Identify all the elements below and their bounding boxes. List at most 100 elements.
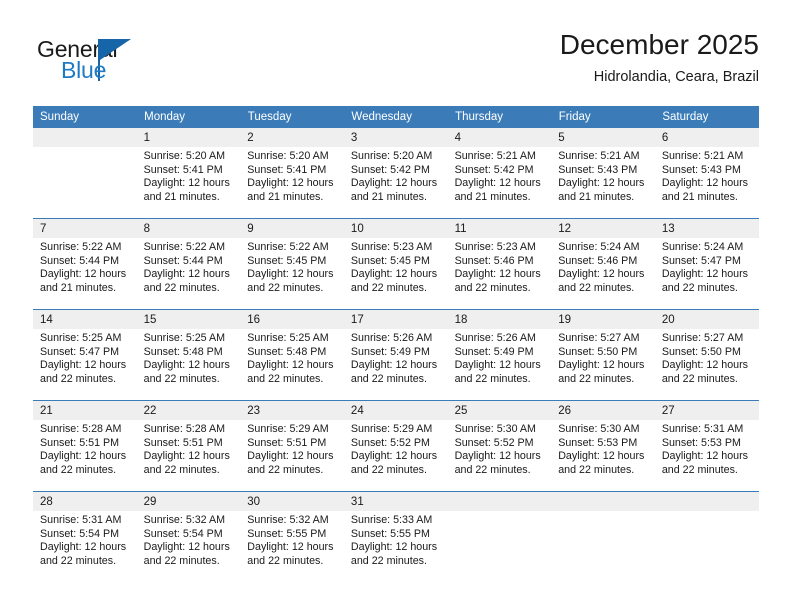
sunrise-text: Sunrise: 5:20 AM [143, 150, 226, 162]
day-cell[interactable]: 8 Sunrise: 5:22 AM Sunset: 5:44 PM Dayli… [136, 218, 241, 310]
general-blue-logo[interactable]: General Blue [37, 36, 207, 92]
sunset-text: Sunset: 5:48 PM [247, 345, 327, 358]
day-cell[interactable]: 24 Sunrise: 5:29 AM Sunset: 5:52 PM Dayl… [343, 400, 448, 492]
day-cell[interactable]: 19 Sunrise: 5:27 AM Sunset: 5:50 PM Dayl… [551, 309, 655, 401]
day-number: 11 [447, 219, 552, 238]
daylight-text-b: and 22 minutes. [40, 463, 117, 476]
day-details: Sunrise: 5:21 AM Sunset: 5:43 PM Dayligh… [551, 147, 655, 204]
day-cell[interactable]: 11 Sunrise: 5:23 AM Sunset: 5:46 PM Dayl… [447, 218, 552, 310]
daylight-text-b: and 22 minutes. [454, 372, 531, 385]
day-number: 9 [240, 219, 344, 238]
daylight-text-a: Daylight: 12 hours [558, 177, 645, 190]
day-cell[interactable]: 27 Sunrise: 5:31 AM Sunset: 5:53 PM Dayl… [654, 400, 759, 492]
daylight-text-a: Daylight: 12 hours [661, 268, 748, 281]
sunrise-text: Sunrise: 5:20 AM [247, 150, 329, 162]
day-details: Sunrise: 5:32 AM Sunset: 5:55 PM Dayligh… [240, 511, 344, 568]
day-cell[interactable]: 25 Sunrise: 5:30 AM Sunset: 5:52 PM Dayl… [447, 400, 552, 492]
day-number: 24 [343, 401, 448, 420]
day-cell[interactable]: 12 Sunrise: 5:24 AM Sunset: 5:46 PM Dayl… [551, 218, 655, 310]
day-number: 10 [343, 219, 448, 238]
day-cell[interactable]: 14 Sunrise: 5:25 AM Sunset: 5:47 PM Dayl… [33, 309, 137, 401]
sunrise-text: Sunrise: 5:25 AM [247, 332, 329, 344]
day-cell[interactable]: 21 Sunrise: 5:28 AM Sunset: 5:51 PM Dayl… [33, 400, 137, 492]
daylight-text-b: and 22 minutes. [558, 463, 635, 476]
daylight-text-b: and 22 minutes. [350, 554, 427, 567]
sunrise-text: Sunrise: 5:23 AM [454, 241, 536, 253]
daylight-text-b: and 22 minutes. [454, 463, 531, 476]
day-cell[interactable] [654, 491, 759, 582]
sunrise-text: Sunrise: 5:22 AM [143, 241, 226, 253]
daylight-text-b: and 21 minutes. [454, 190, 531, 203]
day-number: 3 [343, 128, 448, 147]
day-details: Sunrise: 5:29 AM Sunset: 5:51 PM Dayligh… [240, 420, 344, 477]
day-cell[interactable]: 31 Sunrise: 5:33 AM Sunset: 5:55 PM Dayl… [343, 491, 448, 582]
day-cell[interactable]: 29 Sunrise: 5:32 AM Sunset: 5:54 PM Dayl… [136, 491, 241, 582]
day-cell[interactable]: 10 Sunrise: 5:23 AM Sunset: 5:45 PM Dayl… [343, 218, 448, 310]
daylight-text-a: Daylight: 12 hours [143, 450, 230, 463]
weekday-header-sunday: Sunday [33, 106, 138, 128]
day-number: 6 [654, 128, 759, 147]
daylight-text-a: Daylight: 12 hours [143, 541, 230, 554]
day-cell[interactable]: 17 Sunrise: 5:26 AM Sunset: 5:49 PM Dayl… [343, 309, 448, 401]
daylight-text-a: Daylight: 12 hours [558, 450, 645, 463]
daylight-text-b: and 22 minutes. [454, 281, 531, 294]
daylight-text-b: and 22 minutes. [40, 372, 117, 385]
day-cell[interactable]: 1 Sunrise: 5:20 AM Sunset: 5:41 PM Dayli… [136, 128, 241, 219]
sunrise-text: Sunrise: 5:28 AM [40, 423, 122, 435]
day-cell[interactable]: 13 Sunrise: 5:24 AM Sunset: 5:47 PM Dayl… [654, 218, 759, 310]
day-cell[interactable]: 5 Sunrise: 5:21 AM Sunset: 5:43 PM Dayli… [551, 128, 655, 219]
day-cell[interactable]: 3 Sunrise: 5:20 AM Sunset: 5:42 PM Dayli… [343, 128, 448, 219]
day-details: Sunrise: 5:28 AM Sunset: 5:51 PM Dayligh… [137, 420, 241, 477]
day-cell[interactable]: 23 Sunrise: 5:29 AM Sunset: 5:51 PM Dayl… [240, 400, 344, 492]
day-number: 19 [551, 310, 655, 329]
daylight-text-b: and 21 minutes. [558, 190, 635, 203]
day-cell[interactable] [447, 491, 552, 582]
daylight-text-b: and 22 minutes. [661, 463, 738, 476]
day-cell[interactable]: 15 Sunrise: 5:25 AM Sunset: 5:48 PM Dayl… [136, 309, 241, 401]
sunrise-text: Sunrise: 5:27 AM [558, 332, 640, 344]
day-cell[interactable]: 9 Sunrise: 5:22 AM Sunset: 5:45 PM Dayli… [240, 218, 344, 310]
day-cell[interactable]: 16 Sunrise: 5:25 AM Sunset: 5:48 PM Dayl… [240, 309, 344, 401]
day-cell[interactable]: 4 Sunrise: 5:21 AM Sunset: 5:42 PM Dayli… [447, 128, 552, 219]
day-cell[interactable]: 2 Sunrise: 5:20 AM Sunset: 5:41 PM Dayli… [240, 128, 344, 219]
day-cell[interactable]: 22 Sunrise: 5:28 AM Sunset: 5:51 PM Dayl… [136, 400, 241, 492]
day-cell[interactable]: 30 Sunrise: 5:32 AM Sunset: 5:55 PM Dayl… [240, 491, 344, 582]
calendar-page: General Blue December 2025 Hidrolandia, … [0, 0, 792, 612]
day-cell[interactable] [551, 491, 655, 582]
day-details: Sunrise: 5:23 AM Sunset: 5:45 PM Dayligh… [344, 238, 448, 295]
daylight-text-a: Daylight: 12 hours [350, 541, 438, 554]
sunset-text: Sunset: 5:53 PM [558, 436, 638, 449]
day-cell[interactable]: 28 Sunrise: 5:31 AM Sunset: 5:54 PM Dayl… [33, 491, 137, 582]
day-cell[interactable]: 18 Sunrise: 5:26 AM Sunset: 5:49 PM Dayl… [447, 309, 552, 401]
day-number: 1 [136, 128, 241, 147]
day-number: 21 [33, 401, 137, 420]
calendar-table: Sunday Monday Tuesday Wednesday Thursday… [33, 106, 759, 582]
day-details: Sunrise: 5:26 AM Sunset: 5:49 PM Dayligh… [448, 329, 552, 386]
daylight-text-a: Daylight: 12 hours [454, 359, 541, 372]
sunset-text: Sunset: 5:54 PM [40, 527, 120, 540]
sunrise-text: Sunrise: 5:21 AM [454, 150, 536, 162]
daylight-text-a: Daylight: 12 hours [558, 268, 645, 281]
sunset-text: Sunset: 5:51 PM [247, 436, 327, 449]
day-cell[interactable]: 20 Sunrise: 5:27 AM Sunset: 5:50 PM Dayl… [654, 309, 759, 401]
sunset-text: Sunset: 5:42 PM [350, 163, 430, 176]
calendar-body: 1 Sunrise: 5:20 AM Sunset: 5:41 PM Dayli… [33, 128, 759, 582]
calendar-week-row: 14 Sunrise: 5:25 AM Sunset: 5:47 PM Dayl… [33, 309, 759, 401]
day-cell[interactable]: 7 Sunrise: 5:22 AM Sunset: 5:44 PM Dayli… [33, 218, 137, 310]
day-number: 20 [654, 310, 759, 329]
day-number: 22 [136, 401, 241, 420]
day-details: Sunrise: 5:21 AM Sunset: 5:42 PM Dayligh… [448, 147, 552, 204]
daylight-text-b: and 22 minutes. [247, 372, 324, 385]
sunrise-text: Sunrise: 5:26 AM [350, 332, 433, 344]
day-details: Sunrise: 5:29 AM Sunset: 5:52 PM Dayligh… [344, 420, 448, 477]
sunset-text: Sunset: 5:53 PM [661, 436, 741, 449]
sunset-text: Sunset: 5:46 PM [454, 254, 534, 267]
day-cell[interactable]: 6 Sunrise: 5:21 AM Sunset: 5:43 PM Dayli… [654, 128, 759, 219]
logo-word-blue: Blue [61, 57, 107, 83]
calendar-week-row: 21 Sunrise: 5:28 AM Sunset: 5:51 PM Dayl… [33, 400, 759, 492]
sunrise-text: Sunrise: 5:25 AM [40, 332, 122, 344]
day-cell[interactable] [33, 128, 137, 219]
day-cell[interactable]: 26 Sunrise: 5:30 AM Sunset: 5:53 PM Dayl… [551, 400, 655, 492]
daylight-text-b: and 21 minutes. [40, 281, 117, 294]
daylight-text-a: Daylight: 12 hours [350, 450, 438, 463]
